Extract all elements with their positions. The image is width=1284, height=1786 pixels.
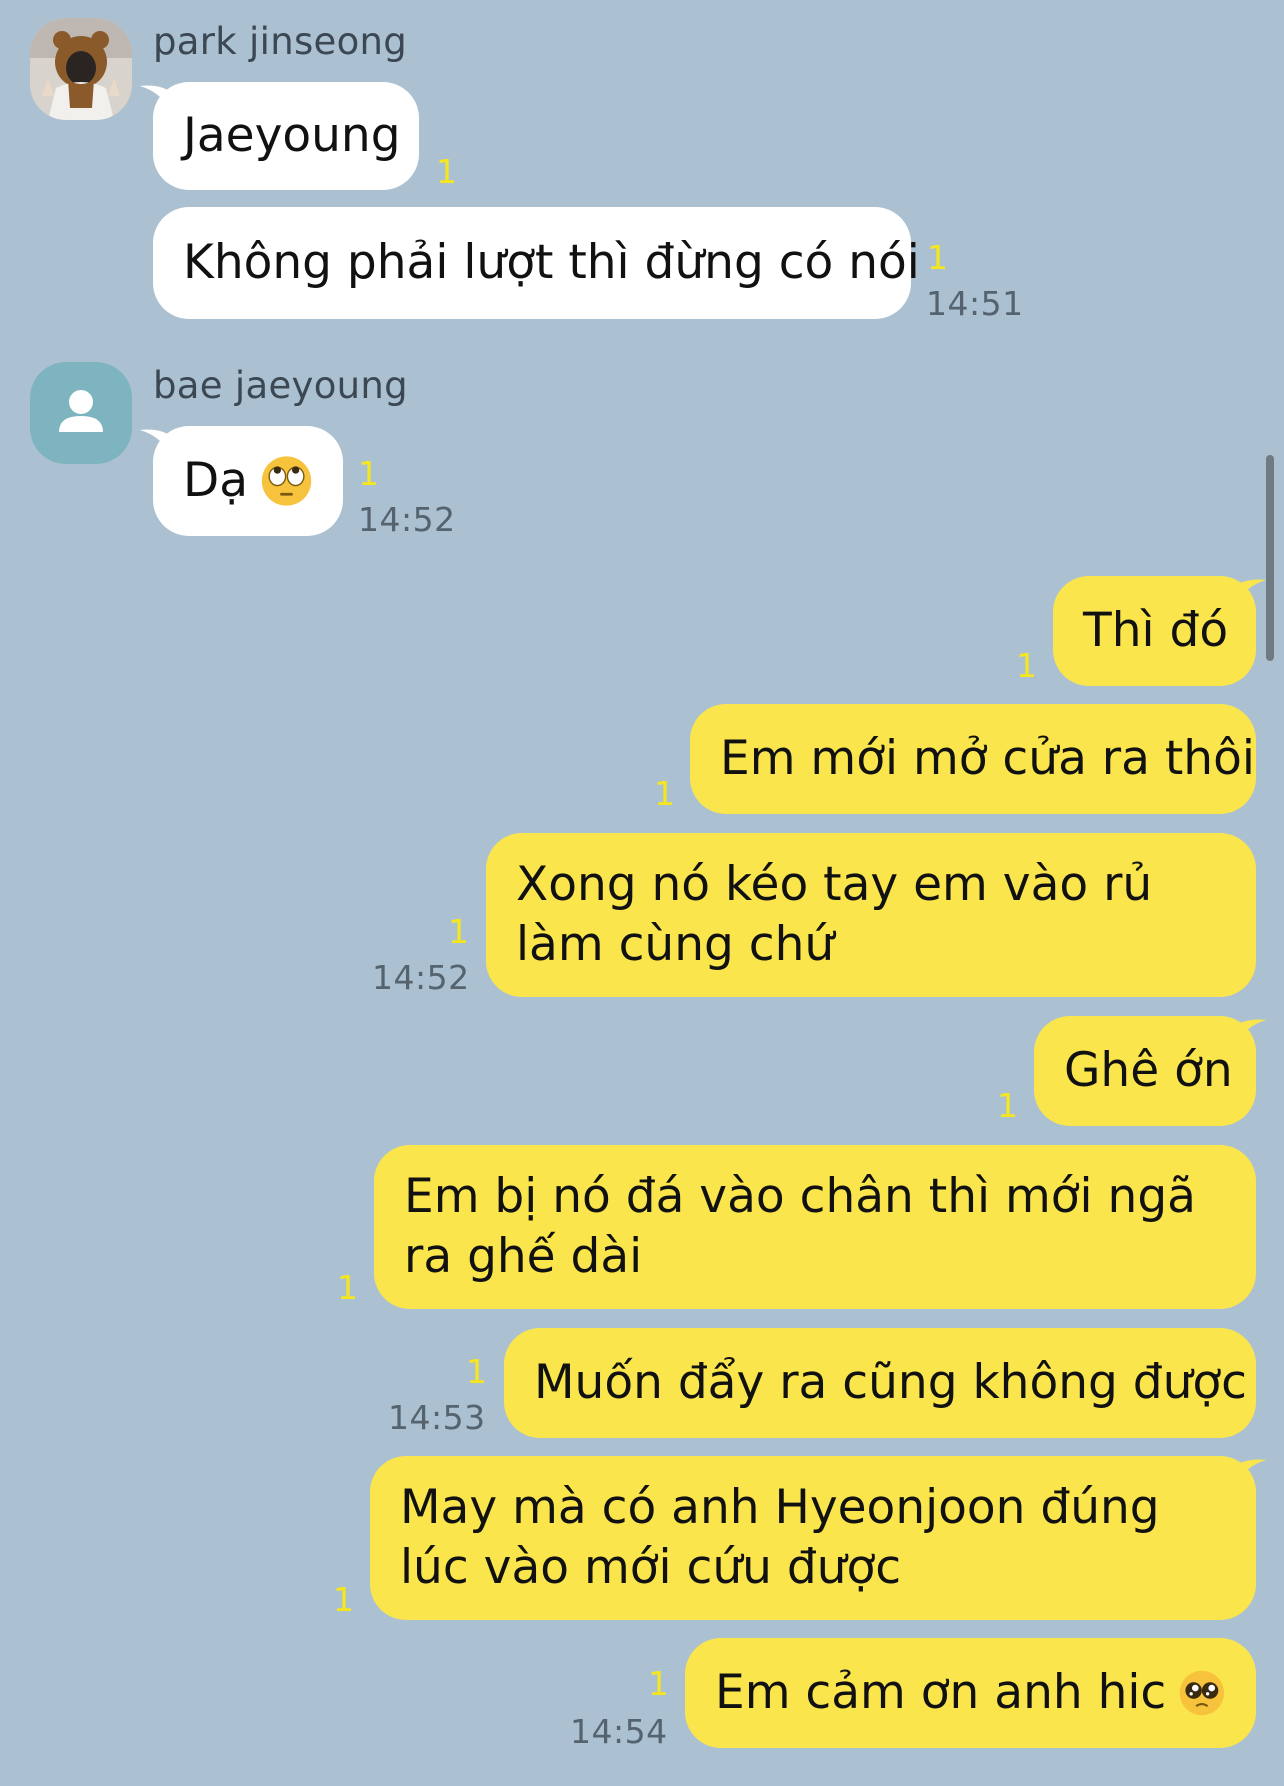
message-text: Xong nó kéo tay em vào rủ làm cùng chứ [516,857,1153,972]
scrollbar[interactable] [1266,455,1274,661]
message-bubble[interactable]: Xong nó kéo tay em vào rủ làm cùng chứ [486,833,1256,997]
pleading-face-emoji [1179,1670,1225,1716]
message-text: Em cảm ơn anh hic [715,1665,1167,1720]
message-bubble[interactable]: Em mới mở cửa ra thôi [690,704,1256,814]
unread-count: 1 [436,152,457,191]
message-text: Em bị nó đá vào chân thì mới ngã ra ghế … [404,1169,1196,1284]
sender-name: bae jaeyoung [153,364,408,407]
unread-count: 1 [358,454,379,493]
unread-count: 1 [466,1352,487,1391]
unread-count: 1 [927,238,948,277]
message-text: Thì đó [1083,603,1229,658]
message-bubble[interactable]: Em bị nó đá vào chân thì mới ngã ra ghế … [374,1145,1256,1309]
unread-count: 1 [1016,646,1037,685]
message-bubble[interactable]: Ghê ớn [1034,1016,1256,1126]
message-bubble[interactable]: Jaeyoung [153,82,419,190]
message-text: Dạ [183,453,248,508]
sender-avatar-park-jinseong[interactable] [30,18,132,120]
message-bubble[interactable]: Dạ [153,426,343,536]
eye-roll-emoji [261,456,312,506]
message-time: 14:52 [358,500,456,539]
message-bubble[interactable]: Thì đó [1053,576,1256,686]
unread-count: 1 [337,1268,358,1307]
default-profile-icon [59,390,103,432]
sender-avatar-bae-jaeyoung[interactable] [30,362,132,464]
sender-name: park jinseong [153,20,408,63]
message-text: May mà có anh Hyeonjoon đúng lúc vào mới… [400,1480,1160,1595]
unread-count: 1 [997,1086,1018,1125]
message-text: Ghê ớn [1064,1043,1233,1098]
message-bubble[interactable]: Em cảm ơn anh hic [685,1638,1256,1748]
message-time: 14:53 [388,1398,486,1437]
chat-thread[interactable]: park jinseong Jaeyoung 1 Không phải lượt… [0,0,1284,1786]
message-time: 14:54 [570,1712,668,1751]
message-time: 14:52 [372,958,470,997]
message-text: Không phải lượt thì đừng có nói [183,235,920,290]
unread-count: 1 [654,774,675,813]
avatar-photo-icon [30,18,132,120]
message-bubble[interactable]: Không phải lượt thì đừng có nói [153,207,920,319]
message-text: Muốn đẩy ra cũng không được [534,1355,1248,1410]
message-time: 14:51 [926,284,1024,323]
message-bubble[interactable]: Muốn đẩy ra cũng không được [504,1328,1256,1438]
message-bubble[interactable]: May mà có anh Hyeonjoon đúng lúc vào mới… [370,1456,1256,1620]
message-text: Em mới mở cửa ra thôi [720,731,1255,786]
unread-count: 1 [333,1580,354,1619]
unread-count: 1 [648,1664,669,1703]
unread-count: 1 [448,912,469,951]
message-text: Jaeyoung [183,108,401,163]
